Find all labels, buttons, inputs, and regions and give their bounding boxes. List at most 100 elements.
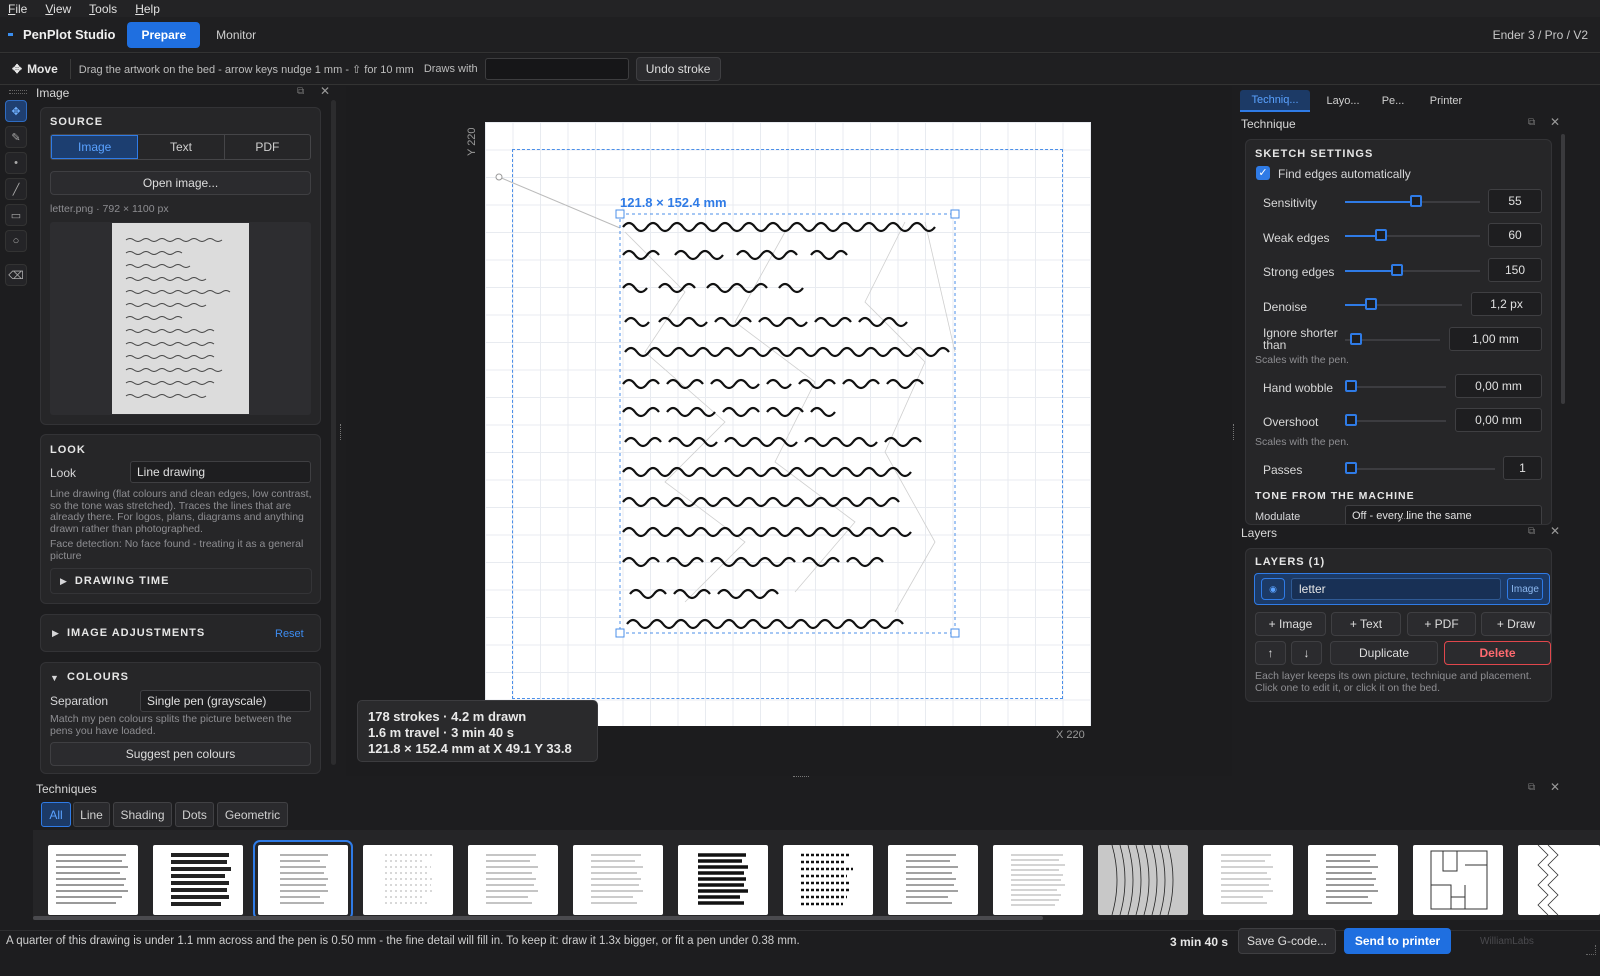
printer-name[interactable]: Ender 3 / Pro / V2 (1493, 28, 1588, 42)
passes-slider-knob[interactable] (1345, 462, 1357, 474)
suggest-pen-colours-button[interactable]: Suggest pen colours (50, 742, 311, 766)
separation-select[interactable]: Single pen (grayscale) (140, 690, 311, 712)
overshoot-slider[interactable] (1345, 420, 1446, 422)
technique-tab-line[interactable]: Line (73, 802, 110, 827)
strong-edges-value[interactable]: 150 (1488, 258, 1542, 282)
technique-thumbnail[interactable] (1203, 845, 1293, 915)
hand-wobble-value[interactable]: 0,00 mm (1455, 374, 1542, 398)
menu-file[interactable]: File (8, 2, 27, 16)
drawing-time-expander[interactable]: ▶ DRAWING TIME (50, 568, 312, 594)
add-text-layer-button[interactable]: + Text (1331, 612, 1401, 636)
ignore-shorter-slider-knob[interactable] (1350, 333, 1362, 345)
technique-tab-dots[interactable]: Dots (175, 802, 214, 827)
hand-wobble-slider-knob[interactable] (1345, 380, 1357, 392)
technique-thumbnail[interactable] (678, 845, 768, 915)
resize-grip-icon[interactable] (1586, 945, 1596, 955)
sensitivity-value[interactable]: 55 (1488, 189, 1542, 213)
visibility-icon[interactable]: ◉ (1261, 578, 1285, 600)
technique-thumbnail[interactable] (1518, 845, 1600, 915)
close-icon[interactable]: ✕ (320, 84, 330, 98)
open-image-button[interactable]: Open image... (50, 171, 311, 195)
menu-view[interactable]: View (45, 2, 71, 16)
eraser-tool-icon[interactable]: ⌫ (5, 264, 27, 286)
draws-with-select[interactable] (484, 58, 629, 80)
undock-icon[interactable]: ⧉ (1528, 117, 1535, 128)
ignore-shorter-value[interactable]: 1,00 mm (1449, 327, 1542, 351)
print-bed[interactable]: 121.8 × 152.4 mm (485, 122, 1091, 726)
technique-thumbnail[interactable] (153, 845, 243, 915)
technique-scrollbar[interactable] (1561, 134, 1565, 404)
look-select[interactable]: Line drawing (130, 461, 311, 483)
technique-thumbnail[interactable] (783, 845, 873, 915)
undock-icon[interactable]: ⧉ (1528, 782, 1535, 793)
add-image-layer-button[interactable]: + Image (1255, 612, 1326, 636)
denoise-slider-knob[interactable] (1365, 298, 1377, 310)
technique-thumbnail[interactable] (363, 845, 453, 915)
technique-thumbnail[interactable] (1413, 845, 1503, 915)
technique-thumbnail[interactable] (1098, 845, 1188, 915)
add-pdf-layer-button[interactable]: + PDF (1407, 612, 1476, 636)
reset-link[interactable]: Reset (275, 628, 304, 640)
move-layer-down-button[interactable]: ↓ (1291, 641, 1322, 665)
collapse-arrow-icon[interactable]: ▼ (50, 673, 59, 683)
auto-edges-checkbox[interactable]: ✓ (1256, 166, 1270, 180)
tab-pens[interactable]: Pe... (1375, 90, 1411, 112)
dot-tool-icon[interactable]: • (5, 152, 27, 174)
technique-tab-shading[interactable]: Shading (113, 802, 172, 827)
passes-value[interactable]: 1 (1503, 456, 1542, 480)
move-layer-up-button[interactable]: ↑ (1255, 641, 1286, 665)
splitter-handle-right[interactable] (1233, 424, 1236, 440)
source-tab-pdf[interactable]: PDF (225, 135, 310, 159)
artwork[interactable] (485, 122, 1091, 726)
tab-layout[interactable]: Layo... (1315, 90, 1371, 112)
source-tab-image[interactable]: Image (51, 135, 139, 159)
line-tool-icon[interactable]: ╱ (5, 178, 27, 200)
send-to-printer-button[interactable]: Send to printer (1344, 928, 1451, 954)
sensitivity-slider-knob[interactable] (1410, 195, 1422, 207)
undock-icon[interactable]: ⧉ (1528, 526, 1535, 537)
circle-tool-icon[interactable]: ○ (5, 230, 27, 252)
splitter-handle-left[interactable] (340, 424, 343, 440)
duplicate-layer-button[interactable]: Duplicate (1330, 641, 1438, 665)
technique-tab-all[interactable]: All (41, 802, 71, 827)
delete-layer-button[interactable]: Delete (1444, 641, 1551, 665)
pen-tool-icon[interactable]: ✎ (5, 126, 27, 148)
menu-tools[interactable]: Tools (89, 2, 117, 16)
passes-slider[interactable] (1345, 468, 1495, 470)
close-icon[interactable]: ✕ (1550, 115, 1560, 129)
image-adjustments-card[interactable]: ▶ IMAGE ADJUSTMENTS Reset (40, 614, 321, 652)
modulate-select[interactable]: Off - every line the same (1345, 505, 1542, 524)
technique-tab-geometric[interactable]: Geometric (217, 802, 288, 827)
mode-monitor-button[interactable]: Monitor (202, 22, 270, 48)
undo-stroke-button[interactable]: Undo stroke (635, 57, 721, 81)
drag-handle-icon[interactable] (9, 90, 27, 94)
strong-edges-slider-knob[interactable] (1391, 264, 1403, 276)
menu-help[interactable]: Help (135, 2, 160, 16)
mode-prepare-button[interactable]: Prepare (127, 21, 201, 48)
hand-wobble-slider[interactable] (1345, 386, 1446, 388)
technique-thumbnail[interactable] (1308, 845, 1398, 915)
splitter-handle-panels[interactable] (1397, 518, 1413, 521)
panel-scrollbar[interactable] (331, 100, 336, 765)
layer-name-input[interactable]: letter (1291, 578, 1501, 600)
tab-printer[interactable]: Printer (1417, 90, 1475, 112)
layer-row[interactable]: ◉ letter Image (1254, 573, 1550, 605)
tab-technique[interactable]: Techniq... (1240, 90, 1310, 112)
weak-edges-value[interactable]: 60 (1488, 223, 1542, 247)
denoise-value[interactable]: 1,2 px (1471, 292, 1542, 316)
undock-icon[interactable]: ⧉ (297, 86, 304, 97)
save-gcode-button[interactable]: Save G-code... (1238, 928, 1336, 954)
weak-edges-slider-knob[interactable] (1375, 229, 1387, 241)
source-tab-text[interactable]: Text (138, 135, 225, 159)
rectangle-tool-icon[interactable]: ▭ (5, 204, 27, 226)
technique-thumbnail-selected[interactable] (253, 840, 353, 920)
technique-thumbnail[interactable] (468, 845, 558, 915)
technique-thumbnail[interactable] (48, 845, 138, 915)
layer-type-badge[interactable]: Image (1507, 578, 1543, 600)
select-tool-icon[interactable]: ✥ (5, 100, 27, 122)
close-icon[interactable]: ✕ (1550, 524, 1560, 538)
overshoot-slider-knob[interactable] (1345, 414, 1357, 426)
technique-thumbnail[interactable] (888, 845, 978, 915)
splitter-handle-bottom[interactable] (793, 776, 809, 779)
close-icon[interactable]: ✕ (1550, 780, 1560, 794)
